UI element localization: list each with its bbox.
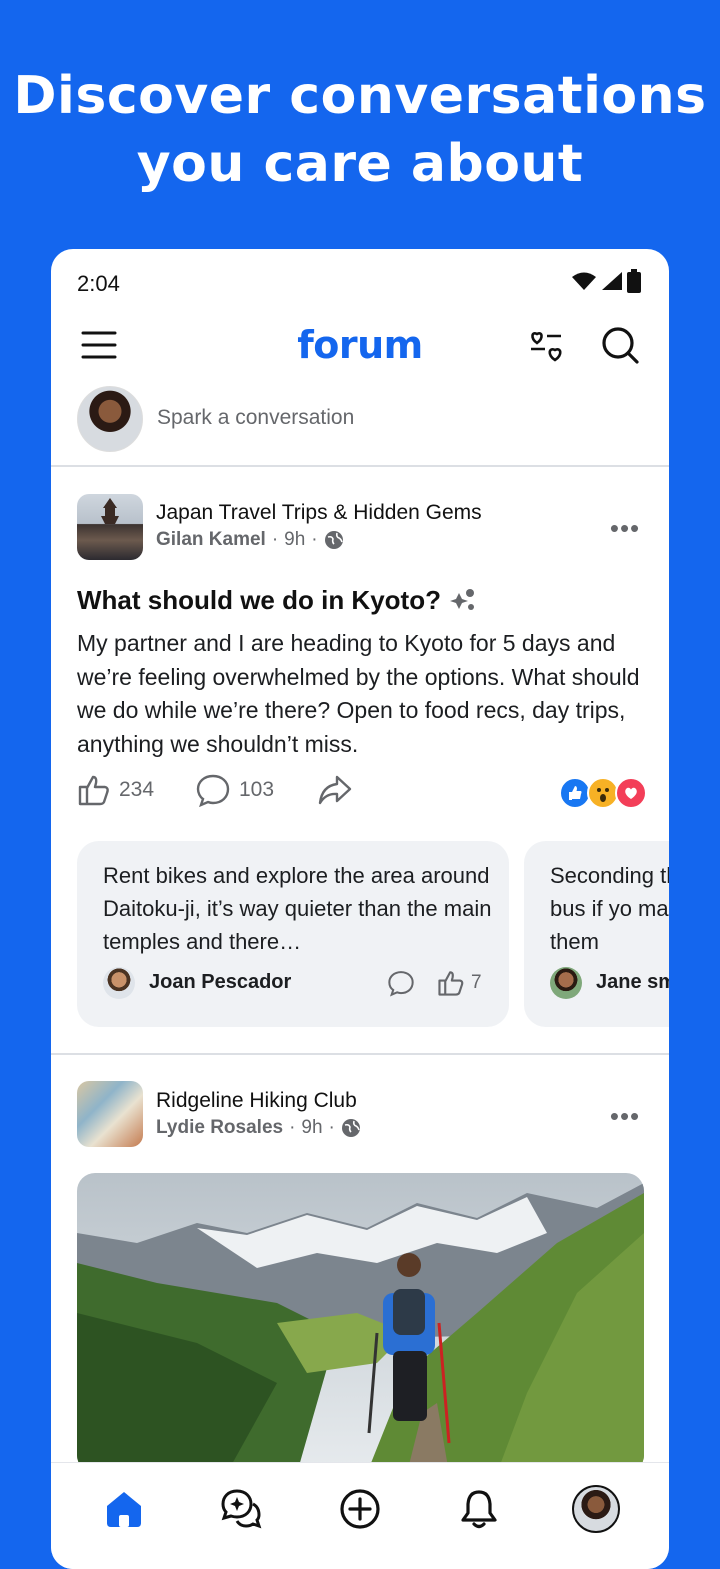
signal-icon [602, 272, 622, 290]
comment-footer: Joan Pescador 7 [103, 967, 487, 1003]
commenter-name[interactable]: Jane sm [596, 971, 669, 994]
meta-separator: · [271, 529, 279, 550]
more-options-icon[interactable]: ••• [609, 1103, 641, 1131]
globe-icon [324, 531, 343, 549]
app-logo: forum [297, 323, 423, 367]
reply-icon[interactable] [387, 969, 417, 999]
post-time: 9h [284, 529, 306, 550]
user-avatar[interactable] [77, 386, 143, 452]
thumbs-up-icon [438, 971, 464, 996]
group-thumbnail[interactable] [77, 494, 143, 560]
plus-circle-icon [340, 1489, 380, 1529]
post-card: Japan Travel Trips & Hidden Gems Gilan K… [51, 467, 669, 1053]
composer[interactable]: Spark a conversation [77, 386, 647, 452]
meta-separator: · [328, 1117, 335, 1138]
post-photo[interactable] [77, 1173, 644, 1473]
comment-like-count: 7 [471, 972, 482, 993]
phone-screen: 2:04 forum Spark a conversation Japan Tr… [51, 249, 669, 1569]
group-name[interactable]: Ridgeline Hiking Club [156, 1089, 357, 1113]
comment-icon [196, 774, 230, 807]
comment-button[interactable]: 103 [195, 773, 274, 807]
menu-icon[interactable] [81, 327, 117, 363]
group-name[interactable]: Japan Travel Trips & Hidden Gems [156, 501, 482, 525]
comment-count: 103 [239, 778, 275, 801]
post-title-text: What should we do in Kyoto? [77, 585, 441, 615]
battery-icon [627, 269, 641, 293]
profile-avatar [572, 1485, 620, 1533]
post-meta: Gilan Kamel · 9h · [156, 529, 344, 551]
status-icons [571, 269, 641, 293]
top-comment-card[interactable]: Rent bikes and explore the area around D… [77, 841, 509, 1027]
top-comment-card[interactable]: Seconding the bus if yo make them Jane s… [524, 841, 669, 1027]
commenter-avatar[interactable] [103, 967, 135, 999]
conversations-icon [221, 1489, 262, 1529]
nav-create[interactable] [336, 1485, 384, 1533]
share-icon [318, 775, 352, 805]
liked-list-icon[interactable] [527, 327, 567, 367]
bottom-navigation [51, 1462, 669, 1569]
search-icon[interactable] [600, 325, 640, 365]
group-thumbnail[interactable] [77, 1081, 143, 1147]
comment-footer: Jane sm [550, 967, 669, 1003]
bell-icon [461, 1490, 497, 1529]
status-time: 2:04 [77, 271, 120, 296]
post-author[interactable]: Gilan Kamel [156, 529, 266, 551]
headline-line-2: you care about [136, 134, 584, 194]
home-icon [107, 1492, 141, 1527]
post-body[interactable]: My partner and I are heading to Kyoto fo… [77, 627, 647, 761]
composer-placeholder[interactable]: Spark a conversation [157, 406, 354, 430]
meta-separator: · [289, 1117, 296, 1138]
comment-text: Seconding the bus if yo make them [550, 863, 669, 954]
meta-separator: · [311, 529, 318, 550]
nav-profile[interactable] [572, 1485, 620, 1533]
comment-text: Rent bikes and explore the area around D… [103, 863, 492, 954]
nav-home[interactable] [100, 1485, 148, 1533]
headline-line-1: Discover conversations [13, 66, 707, 126]
post-card: Ridgeline Hiking Club Lydie Rosales · 9h… [51, 1055, 669, 1475]
post-meta: Lydie Rosales · 9h · [156, 1117, 361, 1139]
nav-notifications[interactable] [455, 1485, 503, 1533]
commenter-avatar[interactable] [550, 967, 582, 999]
thumbs-up-icon [78, 775, 109, 806]
post-author[interactable]: Lydie Rosales [156, 1117, 283, 1139]
comment-like-button[interactable]: 7 [437, 969, 482, 997]
post-title[interactable]: What should we do in Kyoto? [77, 585, 477, 616]
globe-icon [341, 1119, 360, 1137]
wifi-icon [572, 272, 596, 290]
reaction-summary[interactable] [559, 777, 647, 809]
like-count: 234 [119, 778, 155, 801]
app-bar: forum [51, 319, 669, 375]
promo-headline: Discover conversations you care about [0, 62, 720, 198]
nav-conversations[interactable] [217, 1485, 265, 1533]
love-reaction-icon [615, 777, 647, 809]
post-time: 9h [301, 1117, 323, 1138]
share-button[interactable] [317, 773, 353, 807]
sparkle-icon [449, 588, 474, 610]
commenter-name[interactable]: Joan Pescador [149, 971, 291, 994]
more-options-icon[interactable]: ••• [609, 515, 641, 543]
post-actions: 234 103 [77, 773, 647, 813]
like-button[interactable]: 234 [77, 773, 154, 807]
